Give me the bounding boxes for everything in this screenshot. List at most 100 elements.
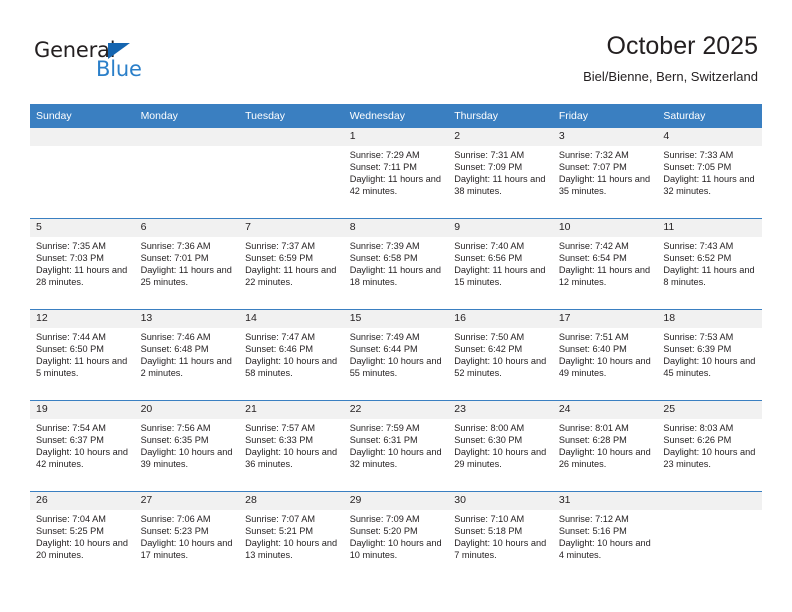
day-details: Sunrise: 8:03 AM Sunset: 6:26 PM Daylight:… bbox=[657, 419, 762, 470]
sunset-text: Sunset: 6:31 PM bbox=[349, 435, 418, 446]
day-cell-inner: 12 Sunrise: 7:44 AM Sunset: 6:50 PM Dayligh… bbox=[30, 310, 135, 400]
weekday-header-saturday: Saturday bbox=[657, 104, 762, 128]
daylight-text: Daylight: 11 hours and 15 minutes. bbox=[454, 265, 546, 288]
calendar-day-cell[interactable]: 11 Sunrise: 7:43 AM Sunset: 6:52 PM Dayligh… bbox=[657, 218, 762, 310]
day-cell-inner: 26 Sunrise: 7:04 AM Sunset: 5:25 PM Dayligh… bbox=[30, 492, 135, 582]
day-cell-inner bbox=[134, 128, 240, 218]
sunrise-text: Sunrise: 7:44 AM bbox=[36, 332, 106, 342]
general-blue-logo[interactable]: General Blue bbox=[34, 40, 214, 88]
sunrise-text: Sunrise: 7:59 AM bbox=[349, 423, 420, 433]
calendar-day-cell[interactable]: 30 Sunrise: 7:10 AM Sunset: 5:18 PM Dayligh… bbox=[448, 491, 553, 582]
day-cell-inner: 20 Sunrise: 7:56 AM Sunset: 6:35 PM Dayligh… bbox=[134, 401, 240, 491]
sunset-text: Sunset: 7:05 PM bbox=[663, 162, 732, 173]
day-number: 6 bbox=[134, 219, 240, 237]
sunset-text: Sunset: 6:40 PM bbox=[558, 344, 627, 355]
day-number: 23 bbox=[448, 401, 553, 419]
day-cell-inner: 10 Sunrise: 7:42 AM Sunset: 6:54 PM Dayligh… bbox=[552, 219, 658, 309]
day-details: Sunrise: 7:09 AM Sunset: 5:20 PM Daylight:… bbox=[344, 510, 449, 561]
daylight-text: Daylight: 10 hours and 42 minutes. bbox=[36, 447, 128, 470]
day-cell-inner: 27 Sunrise: 7:06 AM Sunset: 5:23 PM Dayligh… bbox=[134, 492, 240, 582]
calendar-day-cell[interactable]: 20 Sunrise: 7:56 AM Sunset: 6:35 PM Dayligh… bbox=[134, 400, 240, 492]
calendar-day-cell[interactable]: 12 Sunrise: 7:44 AM Sunset: 6:50 PM Dayligh… bbox=[30, 309, 135, 401]
daylight-text: Daylight: 10 hours and 20 minutes. bbox=[36, 538, 128, 561]
sunset-text: Sunset: 7:09 PM bbox=[454, 162, 523, 173]
day-number: 20 bbox=[134, 401, 240, 419]
sunset-text: Sunset: 5:20 PM bbox=[349, 526, 418, 537]
day-cell-inner bbox=[657, 492, 762, 582]
calendar-day-cell[interactable]: 10 Sunrise: 7:42 AM Sunset: 6:54 PM Dayligh… bbox=[552, 218, 658, 310]
day-details: Sunrise: 8:01 AM Sunset: 6:28 PM Daylight:… bbox=[553, 419, 658, 470]
calendar-day-cell[interactable]: 14 Sunrise: 7:47 AM Sunset: 6:46 PM Dayligh… bbox=[239, 309, 344, 401]
daylight-text: Daylight: 11 hours and 32 minutes. bbox=[663, 174, 755, 197]
calendar-day-cell[interactable]: 3 Sunrise: 7:32 AM Sunset: 7:07 PM Daylight… bbox=[552, 127, 658, 219]
daylight-text: Daylight: 10 hours and 29 minutes. bbox=[454, 447, 547, 470]
sunset-text: Sunset: 6:44 PM bbox=[349, 344, 418, 355]
daylight-text: Daylight: 10 hours and 49 minutes. bbox=[558, 356, 651, 379]
daylight-text: Daylight: 10 hours and 55 minutes. bbox=[349, 356, 442, 379]
calendar-day-cell[interactable]: 19 Sunrise: 7:54 AM Sunset: 6:37 PM Dayligh… bbox=[30, 400, 135, 492]
day-number: 31 bbox=[552, 492, 658, 510]
day-cell-inner: 16 Sunrise: 7:50 AM Sunset: 6:42 PM Dayligh… bbox=[448, 310, 553, 400]
sunset-text: Sunset: 6:35 PM bbox=[140, 435, 209, 446]
calendar-body: 1 Sunrise: 7:29 AM Sunset: 7:11 PM Daylight… bbox=[30, 127, 762, 582]
calendar-day-cell[interactable]: 24 Sunrise: 8:01 AM Sunset: 6:28 PM Dayligh… bbox=[552, 400, 658, 492]
calendar-day-cell[interactable]: 1 Sunrise: 7:29 AM Sunset: 7:11 PM Daylight… bbox=[343, 127, 449, 219]
day-number: 7 bbox=[239, 219, 344, 237]
calendar-day-cell-empty bbox=[30, 127, 135, 219]
weekday-header-monday: Monday bbox=[134, 104, 240, 128]
day-number: 17 bbox=[552, 310, 658, 328]
day-cell-inner: 18 Sunrise: 7:53 AM Sunset: 6:39 PM Dayligh… bbox=[657, 310, 762, 400]
daylight-text: Daylight: 11 hours and 18 minutes. bbox=[349, 265, 441, 288]
day-details: Sunrise: 7:37 AM Sunset: 6:59 PM Daylight:… bbox=[239, 237, 344, 288]
calendar-day-cell[interactable]: 6 Sunrise: 7:36 AM Sunset: 7:01 PM Daylight… bbox=[134, 218, 240, 310]
page-header: General Blue October 2025 Biel/Bienne, B… bbox=[0, 0, 792, 100]
calendar-week-row: 12 Sunrise: 7:44 AM Sunset: 6:50 PM Dayligh… bbox=[30, 309, 762, 401]
calendar-day-cell[interactable]: 9 Sunrise: 7:40 AM Sunset: 6:56 PM Daylight… bbox=[448, 218, 553, 310]
calendar-day-cell[interactable]: 4 Sunrise: 7:33 AM Sunset: 7:05 PM Daylight… bbox=[657, 127, 762, 219]
sunrise-text: Sunrise: 7:31 AM bbox=[454, 150, 525, 160]
calendar-day-cell[interactable]: 23 Sunrise: 8:00 AM Sunset: 6:30 PM Dayligh… bbox=[448, 400, 553, 492]
day-number: 4 bbox=[657, 128, 762, 146]
calendar-day-cell[interactable]: 18 Sunrise: 7:53 AM Sunset: 6:39 PM Dayligh… bbox=[657, 309, 762, 401]
day-number: 29 bbox=[343, 492, 449, 510]
day-details: Sunrise: 7:35 AM Sunset: 7:03 PM Daylight:… bbox=[30, 237, 135, 288]
calendar-day-cell[interactable]: 28 Sunrise: 7:07 AM Sunset: 5:21 PM Dayligh… bbox=[239, 491, 344, 582]
calendar-day-cell[interactable]: 21 Sunrise: 7:57 AM Sunset: 6:33 PM Dayligh… bbox=[239, 400, 344, 492]
calendar-day-cell[interactable]: 7 Sunrise: 7:37 AM Sunset: 6:59 PM Daylight… bbox=[239, 218, 344, 310]
day-number: 22 bbox=[343, 401, 449, 419]
day-details: Sunrise: 7:59 AM Sunset: 6:31 PM Daylight:… bbox=[344, 419, 449, 470]
sunrise-text: Sunrise: 7:46 AM bbox=[140, 332, 211, 342]
day-details: Sunrise: 7:53 AM Sunset: 6:39 PM Daylight:… bbox=[657, 328, 762, 379]
sunset-text: Sunset: 6:28 PM bbox=[558, 435, 627, 446]
calendar-day-cell[interactable]: 29 Sunrise: 7:09 AM Sunset: 5:20 PM Dayligh… bbox=[343, 491, 449, 582]
calendar-day-cell[interactable]: 15 Sunrise: 7:49 AM Sunset: 6:44 PM Dayligh… bbox=[343, 309, 449, 401]
day-details: Sunrise: 7:36 AM Sunset: 7:01 PM Daylight:… bbox=[135, 237, 240, 288]
month-calendar-table: Sunday Monday Tuesday Wednesday Thursday Frid… bbox=[30, 104, 762, 582]
sunrise-text: Sunrise: 7:51 AM bbox=[558, 332, 629, 342]
day-number: 8 bbox=[343, 219, 449, 237]
daylight-text: Daylight: 11 hours and 5 minutes. bbox=[36, 356, 128, 379]
sunset-text: Sunset: 6:30 PM bbox=[454, 435, 523, 446]
calendar-day-cell[interactable]: 22 Sunrise: 7:59 AM Sunset: 6:31 PM Dayligh… bbox=[343, 400, 449, 492]
calendar-day-cell[interactable]: 16 Sunrise: 7:50 AM Sunset: 6:42 PM Dayligh… bbox=[448, 309, 553, 401]
calendar-day-cell[interactable]: 26 Sunrise: 7:04 AM Sunset: 5:25 PM Dayligh… bbox=[30, 491, 135, 582]
day-cell-inner: 31 Sunrise: 7:12 AM Sunset: 5:16 PM Dayligh… bbox=[552, 492, 658, 582]
sunrise-text: Sunrise: 7:10 AM bbox=[454, 514, 525, 524]
calendar-day-cell[interactable]: 2 Sunrise: 7:31 AM Sunset: 7:09 PM Daylight… bbox=[448, 127, 553, 219]
sunrise-text: Sunrise: 7:53 AM bbox=[663, 332, 734, 342]
calendar-day-cell-empty bbox=[134, 127, 240, 219]
day-number: 19 bbox=[30, 401, 135, 419]
calendar-day-cell[interactable]: 5 Sunrise: 7:35 AM Sunset: 7:03 PM Daylight… bbox=[30, 218, 135, 310]
daylight-text: Daylight: 10 hours and 26 minutes. bbox=[558, 447, 651, 470]
calendar-day-cell[interactable]: 31 Sunrise: 7:12 AM Sunset: 5:16 PM Dayligh… bbox=[552, 491, 658, 582]
daylight-text: Daylight: 11 hours and 28 minutes. bbox=[36, 265, 128, 288]
calendar-day-cell[interactable]: 25 Sunrise: 8:03 AM Sunset: 6:26 PM Dayligh… bbox=[657, 400, 762, 492]
day-details: Sunrise: 7:31 AM Sunset: 7:09 PM Daylight:… bbox=[448, 146, 553, 197]
calendar-day-cell[interactable]: 13 Sunrise: 7:46 AM Sunset: 6:48 PM Dayligh… bbox=[134, 309, 240, 401]
calendar-day-cell[interactable]: 17 Sunrise: 7:51 AM Sunset: 6:40 PM Dayligh… bbox=[552, 309, 658, 401]
sunset-text: Sunset: 6:33 PM bbox=[245, 435, 314, 446]
day-details: Sunrise: 7:50 AM Sunset: 6:42 PM Daylight:… bbox=[448, 328, 553, 379]
daylight-text: Daylight: 10 hours and 39 minutes. bbox=[140, 447, 233, 470]
calendar-day-cell[interactable]: 8 Sunrise: 7:39 AM Sunset: 6:58 PM Daylight… bbox=[343, 218, 449, 310]
calendar-day-cell[interactable]: 27 Sunrise: 7:06 AM Sunset: 5:23 PM Dayligh… bbox=[134, 491, 240, 582]
